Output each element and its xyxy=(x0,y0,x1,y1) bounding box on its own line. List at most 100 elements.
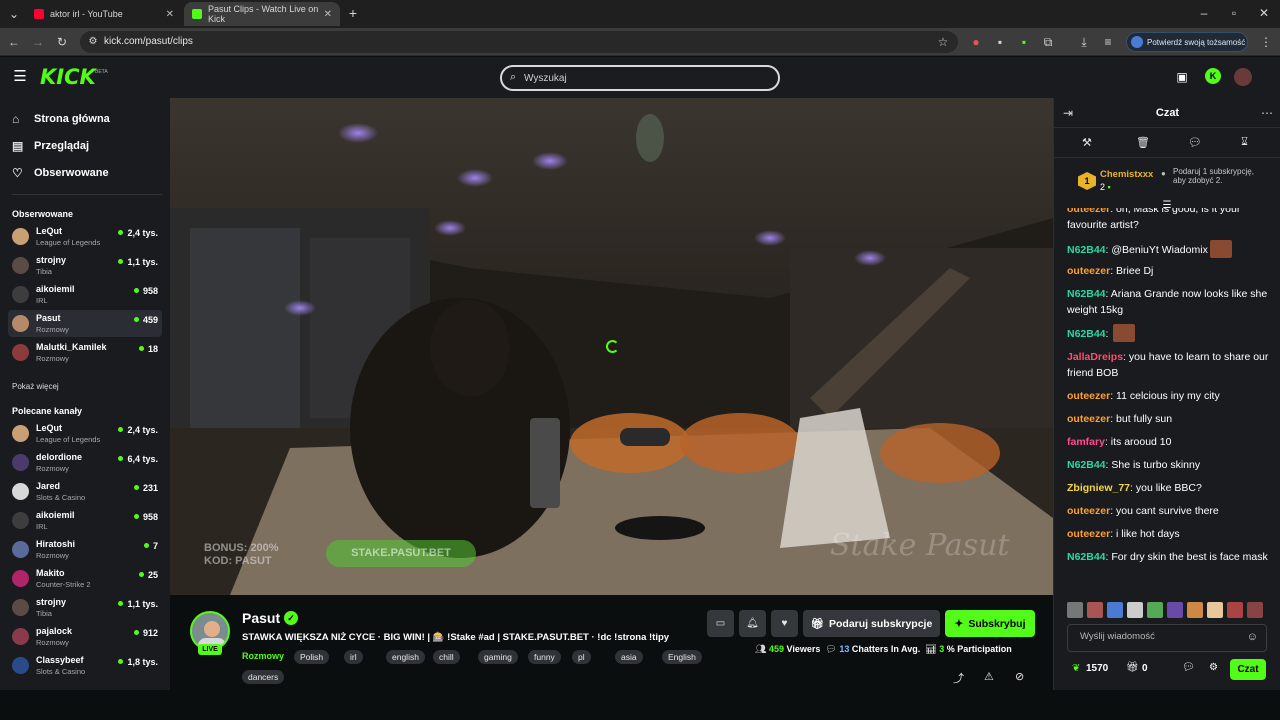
chat-username[interactable]: famfary xyxy=(1067,436,1105,448)
bookmark-star-icon[interactable]: ☆ xyxy=(935,34,951,50)
back-icon[interactable]: ← xyxy=(6,34,22,50)
extension-icon[interactable]: ▪ xyxy=(992,34,1008,50)
restore-icon[interactable]: ▫ xyxy=(1226,5,1242,21)
chat-bubble-icon[interactable]: 💬︎ xyxy=(1182,662,1195,673)
kick-logo[interactable]: KICK xyxy=(40,65,96,89)
extensions-puzzle-icon[interactable]: ⧉ xyxy=(1040,34,1056,50)
channel-item[interactable]: Classybeef Slots & Casino 1,8 tys. xyxy=(8,652,162,679)
chat-options-icon[interactable]: ⋯ xyxy=(1259,105,1275,121)
emote-icon[interactable] xyxy=(1127,602,1143,618)
chat-username[interactable]: outeezer xyxy=(1067,505,1110,517)
chat-username[interactable]: JallaDreips xyxy=(1067,351,1123,363)
user-avatar[interactable] xyxy=(1234,68,1252,86)
chat-username[interactable]: Zbigniew_77 xyxy=(1067,482,1130,494)
chat-username[interactable]: N62B44 xyxy=(1067,551,1106,563)
search-input[interactable] xyxy=(524,70,764,86)
chat-username[interactable]: outeezer xyxy=(1067,528,1110,540)
slow-mode-icon[interactable]: ⌛︎ xyxy=(1241,136,1248,149)
hammer-icon[interactable]: ⚒ xyxy=(1082,136,1092,149)
close-tab-icon[interactable]: ✕ xyxy=(166,9,174,20)
chat-username[interactable]: N62B44 xyxy=(1067,459,1106,471)
tab-search-icon[interactable]: ⌄ xyxy=(6,6,22,22)
chat-settings-gear-icon[interactable]: ⚙ xyxy=(1209,662,1218,673)
chat-username[interactable]: N62B44 xyxy=(1067,328,1106,340)
emote-icon[interactable] xyxy=(1207,602,1223,618)
site-info-icon[interactable]: ⚙ xyxy=(85,34,101,50)
extension-adblock-icon[interactable]: ● xyxy=(968,34,984,50)
tag-chip[interactable]: funny xyxy=(528,650,561,664)
report-icon[interactable]: ⚠ xyxy=(984,670,994,683)
channel-item[interactable]: LeQut League of Legends 2,4 tys. xyxy=(8,223,162,250)
tag-chip[interactable]: english xyxy=(386,650,425,664)
channel-item[interactable]: Makito Counter-Strike 2 25 xyxy=(8,565,162,592)
points-count[interactable]: 1570 xyxy=(1086,663,1108,674)
channel-item[interactable]: strojny Tibia 1,1 tys. xyxy=(8,252,162,279)
follow-button[interactable]: ♥ xyxy=(771,610,798,637)
share-icon[interactable]: ⤴ xyxy=(953,670,964,686)
channel-name[interactable]: Pasut xyxy=(242,610,280,626)
tag-chip[interactable]: dancers xyxy=(242,670,285,684)
emote-icon[interactable] xyxy=(1187,602,1203,618)
channel-item[interactable]: Jared Slots & Casino 231 xyxy=(8,478,162,505)
tag-chip[interactable]: gaming xyxy=(478,650,518,664)
chat-username[interactable]: outeezer xyxy=(1067,208,1110,215)
kick-points-icon[interactable]: K xyxy=(1205,68,1221,84)
channel-item[interactable]: strojny Tibia 1,1 tys. xyxy=(8,594,162,621)
emote-icon[interactable] xyxy=(1087,602,1103,618)
extension-kick-icon[interactable]: ▪ xyxy=(1016,34,1032,50)
browser-menu-icon[interactable]: ⋮ xyxy=(1258,34,1274,50)
channel-item[interactable]: Pasut Rozmowy 459 xyxy=(8,310,162,337)
tab-kick[interactable]: Pasut Clips - Watch Live on Kick ✕ xyxy=(184,2,340,26)
emoji-icon[interactable]: ☺ xyxy=(1247,631,1258,643)
channel-item[interactable]: Malutki_Kamilek Rozmowy 18 xyxy=(8,339,162,366)
download-icon[interactable]: ⤓ xyxy=(1076,34,1092,50)
chat-username[interactable]: outeezer xyxy=(1067,390,1110,402)
tag-chip[interactable]: pl xyxy=(572,650,591,664)
chat-username[interactable]: outeezer xyxy=(1067,265,1110,277)
gifter-name[interactable]: Chemistxxx xyxy=(1100,169,1153,180)
close-window-icon[interactable]: ✕ xyxy=(1256,5,1272,21)
close-tab-icon[interactable]: ✕ xyxy=(324,9,332,20)
tab-youtube[interactable]: aktor irl - YouTube ✕ xyxy=(26,2,182,26)
channel-item[interactable]: pajalock Rozmowy 912 xyxy=(8,623,162,650)
chat-username[interactable]: N62B44 xyxy=(1067,288,1106,300)
channel-item[interactable]: aikoiemil IRL 958 xyxy=(8,507,162,534)
stream-category-link[interactable]: Rozmowy xyxy=(242,651,284,661)
hide-icon[interactable]: ⊘ xyxy=(1015,670,1024,683)
channel-item[interactable]: delordione Rozmowy 6,4 tys. xyxy=(8,449,162,476)
notifications-button[interactable]: 🔔︎ xyxy=(739,610,766,637)
gift-count[interactable]: 0 xyxy=(1142,663,1148,674)
nav-home[interactable]: ⌂ Strona główna xyxy=(12,110,110,128)
nav-following[interactable]: ♡ Obserwowane xyxy=(12,164,109,182)
minimize-icon[interactable]: – xyxy=(1196,5,1212,21)
clip-button[interactable]: ▭ xyxy=(707,610,734,637)
rewards-icon[interactable]: ▣ xyxy=(1174,69,1190,85)
video-player[interactable]: BONUS: 200% KOD: PASUT STAKE.PASUT.BET S… xyxy=(170,98,1053,595)
subscribe-button[interactable]: ✦ Subskrybuj xyxy=(945,610,1035,637)
emote-icon[interactable] xyxy=(1147,602,1163,618)
emote-icon[interactable] xyxy=(1167,602,1183,618)
new-tab-icon[interactable]: + xyxy=(345,5,361,21)
tag-chip[interactable]: English xyxy=(662,650,702,664)
reload-icon[interactable]: ↻ xyxy=(54,34,70,50)
chat-username[interactable]: outeezer xyxy=(1067,413,1110,425)
menu-hamburger-icon[interactable]: ☰ xyxy=(12,69,28,85)
tag-chip[interactable]: asia xyxy=(615,650,643,664)
tag-chip[interactable]: irl xyxy=(344,650,363,664)
nav-browse[interactable]: ▤ Przeglądaj xyxy=(12,137,89,155)
address-bar[interactable]: ⚙ kick.com/pasut/clips ☆ xyxy=(80,31,958,53)
chat-input[interactable] xyxy=(1080,631,1240,642)
verify-identity-button[interactable]: Potwierdź swoją tożsamość xyxy=(1126,32,1248,52)
show-more-link[interactable]: Pokaż więcej xyxy=(12,382,59,391)
chat-username[interactable]: N62B44 xyxy=(1067,244,1106,256)
emote-icon[interactable] xyxy=(1227,602,1243,618)
emote-icon[interactable] xyxy=(1247,602,1263,618)
channel-item[interactable]: LeQut League of Legends 2,4 tys. xyxy=(8,420,162,447)
emote-icon[interactable] xyxy=(1067,602,1083,618)
gift-subscriptions-button[interactable]: 🎁︎ Podaruj subskrypcje xyxy=(803,610,940,637)
channel-item[interactable]: aikoiemil IRL 958 xyxy=(8,281,162,308)
tag-chip[interactable]: chill xyxy=(433,650,460,664)
tag-chip[interactable]: Polish xyxy=(294,650,330,664)
channel-item[interactable]: Hiratoshi Rozmowy 7 xyxy=(8,536,162,563)
emote-icon[interactable] xyxy=(1107,602,1123,618)
